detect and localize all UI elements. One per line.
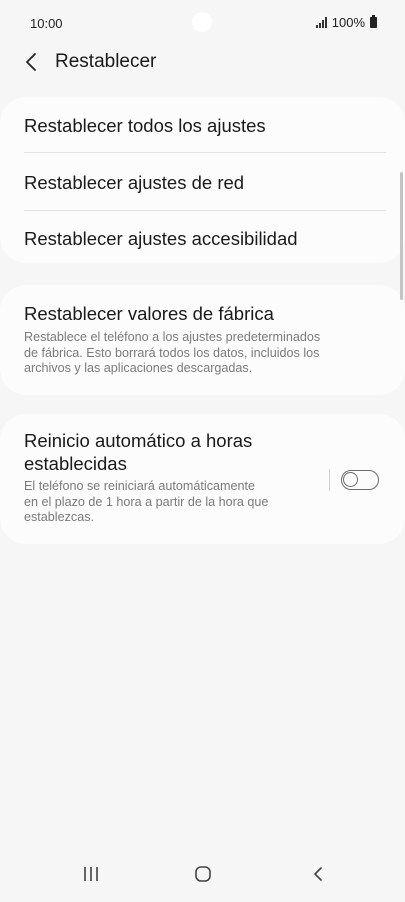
reset-all-settings-item[interactable]: Restablecer todos los ajustes bbox=[24, 115, 383, 137]
home-button[interactable] bbox=[183, 860, 223, 888]
reset-accessibility-settings-label: Restablecer ajustes accesibilidad bbox=[24, 228, 298, 249]
reset-network-settings-label: Restablecer ajustes de red bbox=[24, 172, 245, 193]
reset-options-card: Restablecer todos los ajustes Restablece… bbox=[0, 97, 405, 263]
description-line: establezcas. bbox=[24, 510, 95, 524]
auto-restart-toggle[interactable] bbox=[341, 470, 379, 490]
back-button[interactable] bbox=[20, 50, 44, 74]
page-title: Restablecer bbox=[55, 51, 157, 72]
back-icon bbox=[314, 867, 322, 881]
camera-cutout bbox=[192, 12, 212, 32]
nav-back-button[interactable] bbox=[298, 860, 338, 888]
title-line: Reinicio automático a horas bbox=[24, 430, 253, 451]
description-line: archivos y las aplicaciones descargadas. bbox=[24, 361, 253, 375]
toggle-separator bbox=[329, 469, 330, 491]
divider bbox=[24, 210, 386, 211]
reset-network-settings-item[interactable]: Restablecer ajustes de red bbox=[24, 172, 383, 194]
toggle-knob bbox=[343, 472, 358, 487]
reset-all-settings-label: Restablecer todos los ajustes bbox=[24, 115, 266, 136]
home-icon bbox=[195, 866, 211, 882]
status-indicators: 100% bbox=[315, 15, 377, 30]
chevron-left-icon bbox=[26, 53, 36, 71]
divider bbox=[24, 152, 386, 153]
status-bar: 10:00 100% bbox=[0, 0, 405, 44]
factory-reset-description: Restablece el teléfono a los ajustes pre… bbox=[24, 330, 320, 377]
recent-apps-icon bbox=[84, 867, 98, 881]
recent-apps-button[interactable] bbox=[71, 860, 111, 888]
factory-reset-title: Restablecer valores de fábrica bbox=[24, 303, 274, 324]
auto-restart-card: Reinicio automático a horas establecidas… bbox=[0, 414, 405, 544]
battery-icon bbox=[370, 15, 377, 28]
app-header: Restablecer bbox=[0, 44, 405, 82]
reset-accessibility-settings-item[interactable]: Restablecer ajustes accesibilidad bbox=[24, 228, 383, 250]
factory-reset-item[interactable]: Restablecer valores de fábrica Restablec… bbox=[0, 285, 405, 395]
battery-percentage: 100% bbox=[331, 15, 365, 30]
description-line: El teléfono se reiniciará automáticament… bbox=[24, 479, 256, 493]
description-line: de fábrica. Esto borrará todos los datos… bbox=[24, 345, 320, 360]
description-line: en el plazo de 1 hora a partir de la hor… bbox=[24, 494, 269, 509]
signal-icon bbox=[315, 17, 327, 28]
auto-restart-description: El teléfono se reiniciará automáticament… bbox=[24, 479, 268, 526]
scrollbar[interactable] bbox=[400, 172, 403, 300]
status-time: 10:00 bbox=[30, 16, 63, 31]
description-line: Restablece el teléfono a los ajustes pre… bbox=[24, 330, 321, 344]
navigation-bar bbox=[0, 846, 405, 902]
